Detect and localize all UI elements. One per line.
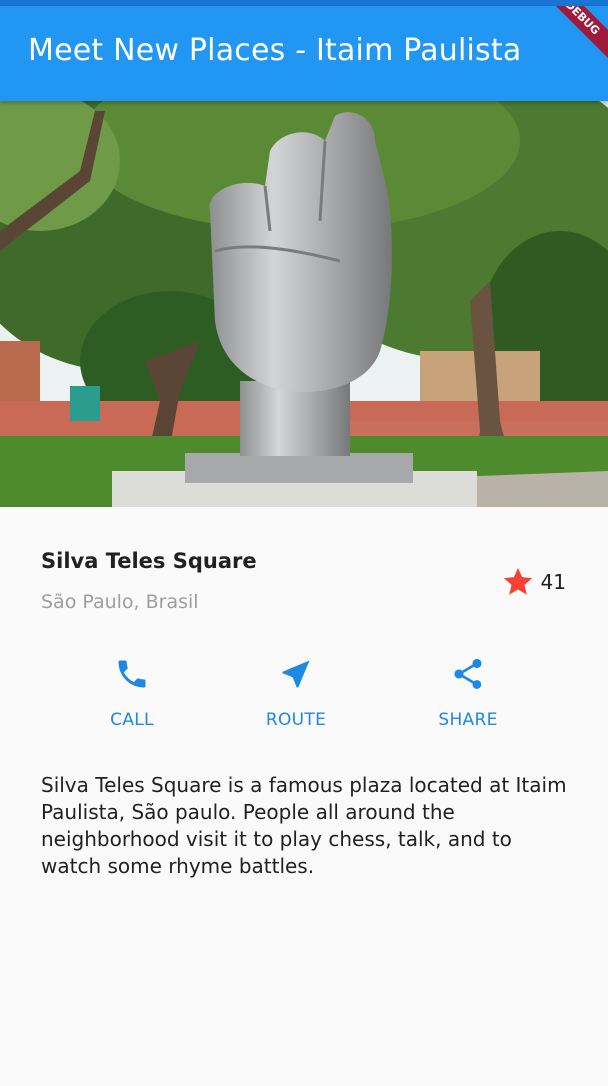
share-button[interactable]: SHARE [403, 656, 533, 736]
share-label: SHARE [438, 710, 498, 730]
app-bar: Meet New Places - Itaim Paulista DEBUG [0, 6, 608, 101]
place-description: Silva Teles Square is a famous plaza loc… [41, 773, 567, 878]
call-button[interactable]: CALL [67, 656, 197, 736]
share-icon [454, 659, 482, 689]
action-buttons: CALL ROUTE SHARE [50, 656, 550, 736]
call-label: CALL [110, 710, 154, 730]
place-name: Silva Teles Square [41, 549, 257, 573]
phone-icon [118, 660, 146, 688]
route-button[interactable]: ROUTE [231, 656, 361, 736]
rating-count: 41 [540, 570, 566, 594]
route-label: ROUTE [265, 710, 327, 730]
place-photo [0, 101, 608, 507]
app-bar-title: Meet New Places - Itaim Paulista [28, 33, 522, 68]
navigation-icon [282, 660, 310, 688]
place-title-block: Silva Teles Square São Paulo, Brasil [41, 549, 257, 613]
rating[interactable]: 41 [501, 565, 566, 599]
star-icon [503, 567, 532, 595]
place-location: São Paulo, Brasil [41, 591, 199, 613]
debug-banner: DEBUG [532, 6, 608, 68]
